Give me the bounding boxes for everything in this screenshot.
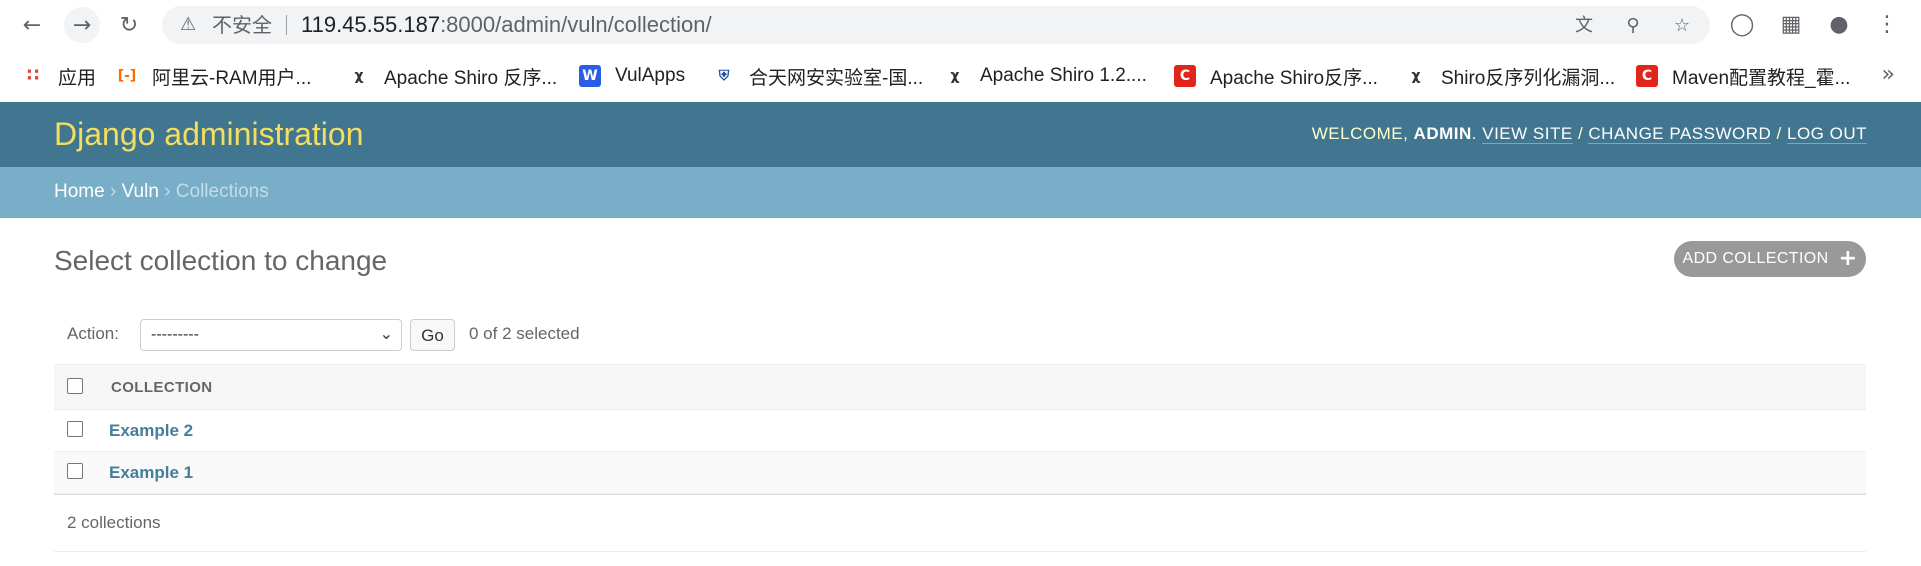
browser-toolbar: ← → ↻ ⚠ 不安全 119.45.55.187:8000/admin/vul…	[0, 0, 1921, 50]
breadcrumb-sep: ›	[164, 181, 171, 202]
bookmark-apps[interactable]: ∷ 应用	[22, 61, 96, 91]
paginator: 2 collections	[54, 494, 1866, 552]
url-host: 119.45.55.187	[301, 12, 441, 37]
actions-bar: Action: --------- ⌄ Go 0 of 2 selected	[54, 312, 1866, 358]
select-all-checkbox[interactable]	[67, 378, 83, 394]
site-brand[interactable]: Django administration	[54, 116, 364, 153]
plus-icon: +	[1838, 246, 1858, 271]
puzzle-icon[interactable]: ▦	[1777, 11, 1805, 39]
bookmark-label: Shiro反序列化漏洞...	[1441, 67, 1616, 89]
bookmark-shiro-3[interactable]: χ Shiro反序列化漏洞...	[1405, 61, 1615, 91]
table-row: Example 1	[54, 452, 1866, 494]
selection-counter: 0 of 2 selected	[469, 324, 580, 343]
collection-link[interactable]: Example 1	[109, 463, 193, 483]
menu-dots-icon[interactable]: ⋮	[1873, 11, 1901, 39]
translate-icon[interactable]: 文	[1573, 15, 1595, 37]
bookmark-label: 应用	[58, 67, 97, 89]
results-table: COLLECTION Example 2 Example 1	[54, 364, 1866, 494]
bookmarks-more-icon[interactable]: »	[1882, 62, 1895, 87]
username: ADMIN	[1413, 124, 1472, 143]
row-checkbox[interactable]	[67, 421, 83, 437]
go-button[interactable]: Go	[410, 319, 455, 351]
bookmark-hetian[interactable]: ⛨ 合天网安实验室-国...	[713, 61, 923, 91]
separator: /	[1577, 124, 1584, 143]
collection-link[interactable]: Example 2	[109, 421, 193, 441]
shiro-icon: χ	[354, 68, 364, 84]
url-path: :8000/admin/vuln/collection/	[440, 12, 712, 37]
welcome-text: WELCOME,	[1311, 124, 1409, 143]
w-icon: W	[579, 65, 601, 87]
account-icon[interactable]: ●	[1825, 11, 1853, 39]
log-out-link[interactable]: LOG OUT	[1786, 124, 1867, 144]
warning-icon[interactable]: ⚠	[180, 15, 200, 35]
change-password-link[interactable]: CHANGE PASSWORD	[1588, 124, 1772, 144]
action-label: Action:	[67, 324, 119, 343]
bookmark-label: Apache Shiro 反序...	[384, 67, 558, 89]
bookmark-label: Apache Shiro 1.2....	[980, 65, 1147, 86]
address-bar[interactable]: ⚠ 不安全 119.45.55.187:8000/admin/vuln/coll…	[162, 6, 1710, 44]
bookmark-vulapps[interactable]: W VulApps	[579, 61, 685, 91]
site-header: Django administration WELCOME, ADMIN. VI…	[0, 102, 1921, 167]
bookmark-shiro-2[interactable]: χ Apache Shiro 1.2....	[944, 61, 1147, 91]
breadcrumb-home[interactable]: Home	[54, 181, 105, 202]
user-tools: WELCOME, ADMIN. VIEW SITE / CHANGE PASSW…	[1312, 124, 1867, 144]
zoom-icon[interactable]: ⚲	[1622, 15, 1644, 37]
result-count: 2 collections	[67, 513, 161, 532]
action-select[interactable]: --------- ⌄	[140, 319, 402, 351]
back-arrow-icon[interactable]: ←	[16, 9, 48, 41]
extension-circle-icon[interactable]: ◯	[1728, 11, 1756, 39]
bookmark-label: Apache Shiro反序...	[1210, 67, 1378, 89]
bookmark-aliyun[interactable]: [-] 阿里云-RAM用户...	[116, 61, 312, 91]
divider	[286, 15, 287, 35]
bookmark-shiro-1[interactable]: χ Apache Shiro 反序...	[348, 61, 557, 91]
bookmark-shiro-csdn[interactable]: C Apache Shiro反序...	[1174, 61, 1378, 91]
shield-icon: ⛨	[718, 68, 730, 84]
security-status[interactable]: 不安全	[212, 14, 272, 36]
punctuation: .	[1471, 124, 1477, 143]
table-row: Example 2	[54, 410, 1866, 452]
separator: /	[1776, 124, 1782, 143]
url-text[interactable]: 119.45.55.187:8000/admin/vuln/collection…	[301, 13, 712, 37]
page-title: Select collection to change	[54, 245, 388, 276]
csdn-icon: C	[1636, 65, 1658, 87]
action-select-value: ---------	[151, 326, 199, 343]
breadcrumb-sep: ›	[109, 181, 117, 202]
breadcrumb-current: Collections	[175, 181, 269, 202]
table-header: COLLECTION	[54, 364, 1866, 410]
add-collection-button[interactable]: ADD COLLECTION +	[1674, 241, 1866, 277]
column-header-collection[interactable]: COLLECTION	[111, 379, 213, 396]
breadcrumb-app[interactable]: Vuln	[122, 181, 159, 202]
bookmark-label: 合天网安实验室-国...	[749, 67, 924, 89]
bookmark-label: 阿里云-RAM用户...	[152, 67, 312, 89]
aliyun-icon: [-]	[117, 68, 137, 84]
bookmarks-bar: ∷ 应用 [-] 阿里云-RAM用户... χ Apache Shiro 反序.…	[0, 50, 1921, 103]
bookmark-label: VulApps	[615, 65, 686, 86]
star-icon[interactable]: ☆	[1671, 15, 1693, 37]
csdn-icon: C	[1174, 65, 1196, 87]
reload-icon[interactable]: ↻	[113, 9, 145, 41]
bookmark-maven[interactable]: C Maven配置教程_霍...	[1636, 61, 1850, 91]
shiro-icon: χ	[1411, 68, 1421, 84]
chevron-down-icon: ⌄	[379, 324, 393, 343]
view-site-link[interactable]: VIEW SITE	[1482, 124, 1573, 144]
apps-grid-icon: ∷	[26, 65, 40, 86]
add-collection-label: ADD COLLECTION	[1682, 250, 1829, 267]
forward-arrow-icon[interactable]: →	[64, 7, 100, 43]
shiro-icon: χ	[950, 68, 960, 84]
row-checkbox[interactable]	[67, 463, 83, 479]
bookmark-label: Maven配置教程_霍...	[1672, 67, 1851, 89]
breadcrumb: Home › Vuln › Collections	[0, 167, 1921, 218]
